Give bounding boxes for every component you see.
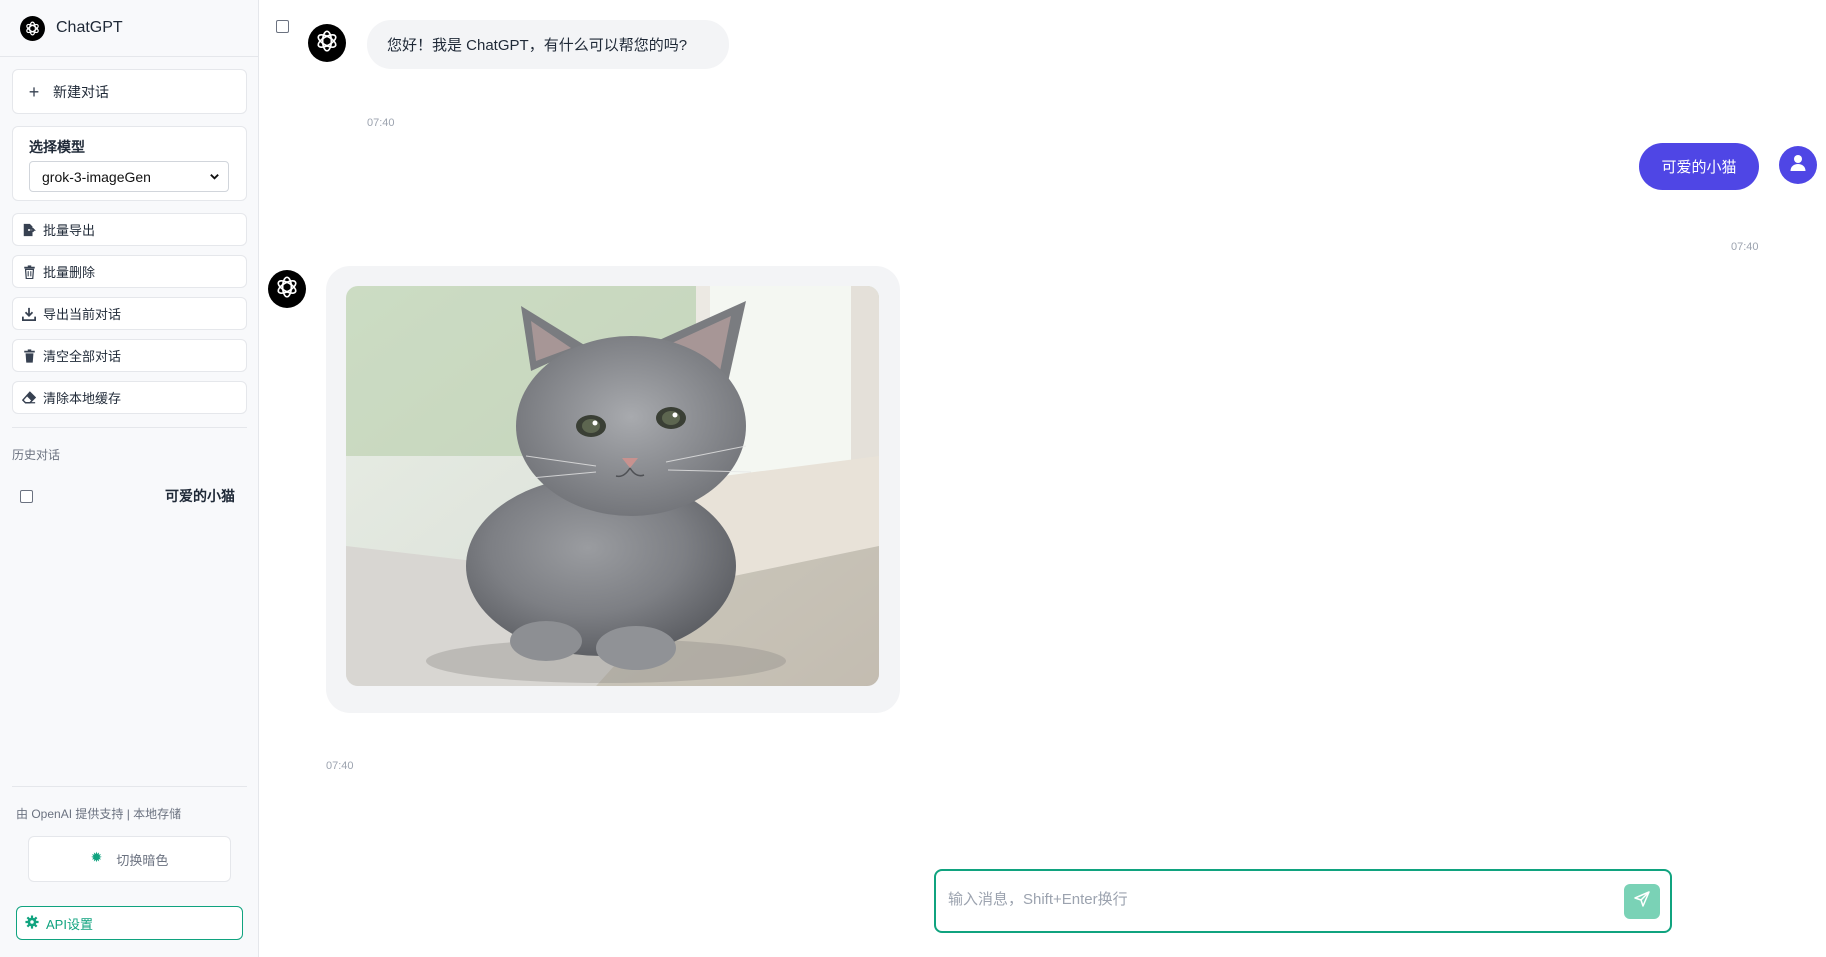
brand-header: ChatGPT: [0, 0, 258, 57]
assistant-avatar: [308, 24, 346, 62]
model-selected-value: grok-3-imageGen: [42, 168, 151, 185]
send-button[interactable]: [1624, 884, 1660, 919]
trash-icon: [22, 348, 36, 363]
app-title: ChatGPT: [56, 19, 123, 36]
eraser-icon: [22, 391, 36, 405]
message-select-checkbox[interactable]: [276, 20, 289, 33]
openai-logo-icon: [20, 15, 45, 41]
message-timestamp: 07:40: [1731, 241, 1759, 253]
history-item-title: 可爱的小猫: [165, 488, 235, 504]
assistant-avatar: [268, 270, 306, 308]
theme-toggle-button[interactable]: ✹ 切换暗色: [28, 836, 231, 882]
history-item[interactable]: 可爱的小猫: [12, 482, 247, 510]
history-label: 历史对话: [12, 448, 61, 462]
api-settings-button[interactable]: API设置: [16, 906, 243, 940]
user-avatar: [1779, 146, 1817, 184]
chat-area: 您好！我是 ChatGPT，有什么可以帮您的吗? 07:40 可爱的小猫 07:…: [260, 0, 1826, 957]
sidebar: ChatGPT + 新建对话 选择模型 grok-3-imageGen 批量导出…: [0, 0, 259, 957]
openai-logo-icon: [314, 28, 340, 59]
message-timestamp: 07:40: [367, 117, 395, 129]
trash-icon: [22, 264, 36, 279]
footer-text: 由 OpenAI 提供支持 | 本地存储: [16, 807, 182, 821]
sidebar-footer-divider: [12, 786, 247, 787]
user-icon: [1790, 154, 1806, 177]
message-input-container: [934, 869, 1672, 933]
clear-cache-button[interactable]: 清除本地缓存: [12, 381, 247, 414]
clear-all-button[interactable]: 清空全部对话: [12, 339, 247, 372]
model-selector-panel: 选择模型 grok-3-imageGen: [12, 126, 247, 201]
gear-icon: [25, 914, 39, 932]
sun-icon: ✹: [90, 848, 103, 865]
file-export-icon: [22, 223, 36, 237]
message-timestamp: 07:40: [326, 760, 354, 772]
user-message-bubble: 可爱的小猫: [1639, 143, 1759, 190]
new-chat-label: 新建对话: [53, 83, 109, 100]
model-label: 选择模型: [29, 139, 85, 155]
message-input[interactable]: [948, 891, 1608, 908]
export-current-button[interactable]: 导出当前对话: [12, 297, 247, 330]
download-icon: [22, 307, 36, 321]
chevron-down-icon: [209, 169, 220, 185]
plus-icon: +: [28, 81, 40, 102]
export-current-label: 导出当前对话: [43, 307, 122, 322]
model-select[interactable]: grok-3-imageGen: [29, 161, 229, 192]
api-settings-label: API设置: [46, 916, 93, 932]
batch-delete-label: 批量删除: [43, 265, 96, 280]
kitten-image[interactable]: [346, 286, 879, 686]
assistant-message-text: 您好！我是 ChatGPT，有什么可以帮您的吗?: [387, 37, 688, 54]
user-message-text: 可爱的小猫: [1661, 159, 1737, 176]
batch-delete-button[interactable]: 批量删除: [12, 255, 247, 288]
new-chat-button[interactable]: + 新建对话: [12, 69, 247, 114]
assistant-message-bubble: 您好！我是 ChatGPT，有什么可以帮您的吗?: [367, 20, 729, 69]
batch-export-label: 批量导出: [43, 223, 96, 238]
clear-cache-label: 清除本地缓存: [43, 391, 122, 406]
send-icon: [1634, 891, 1650, 912]
batch-export-button[interactable]: 批量导出: [12, 213, 247, 246]
openai-logo-icon: [274, 274, 300, 305]
sidebar-divider: [12, 427, 247, 428]
clear-all-label: 清空全部对话: [43, 349, 122, 364]
history-item-checkbox[interactable]: [20, 489, 33, 503]
theme-toggle-label: 切换暗色: [116, 852, 169, 868]
